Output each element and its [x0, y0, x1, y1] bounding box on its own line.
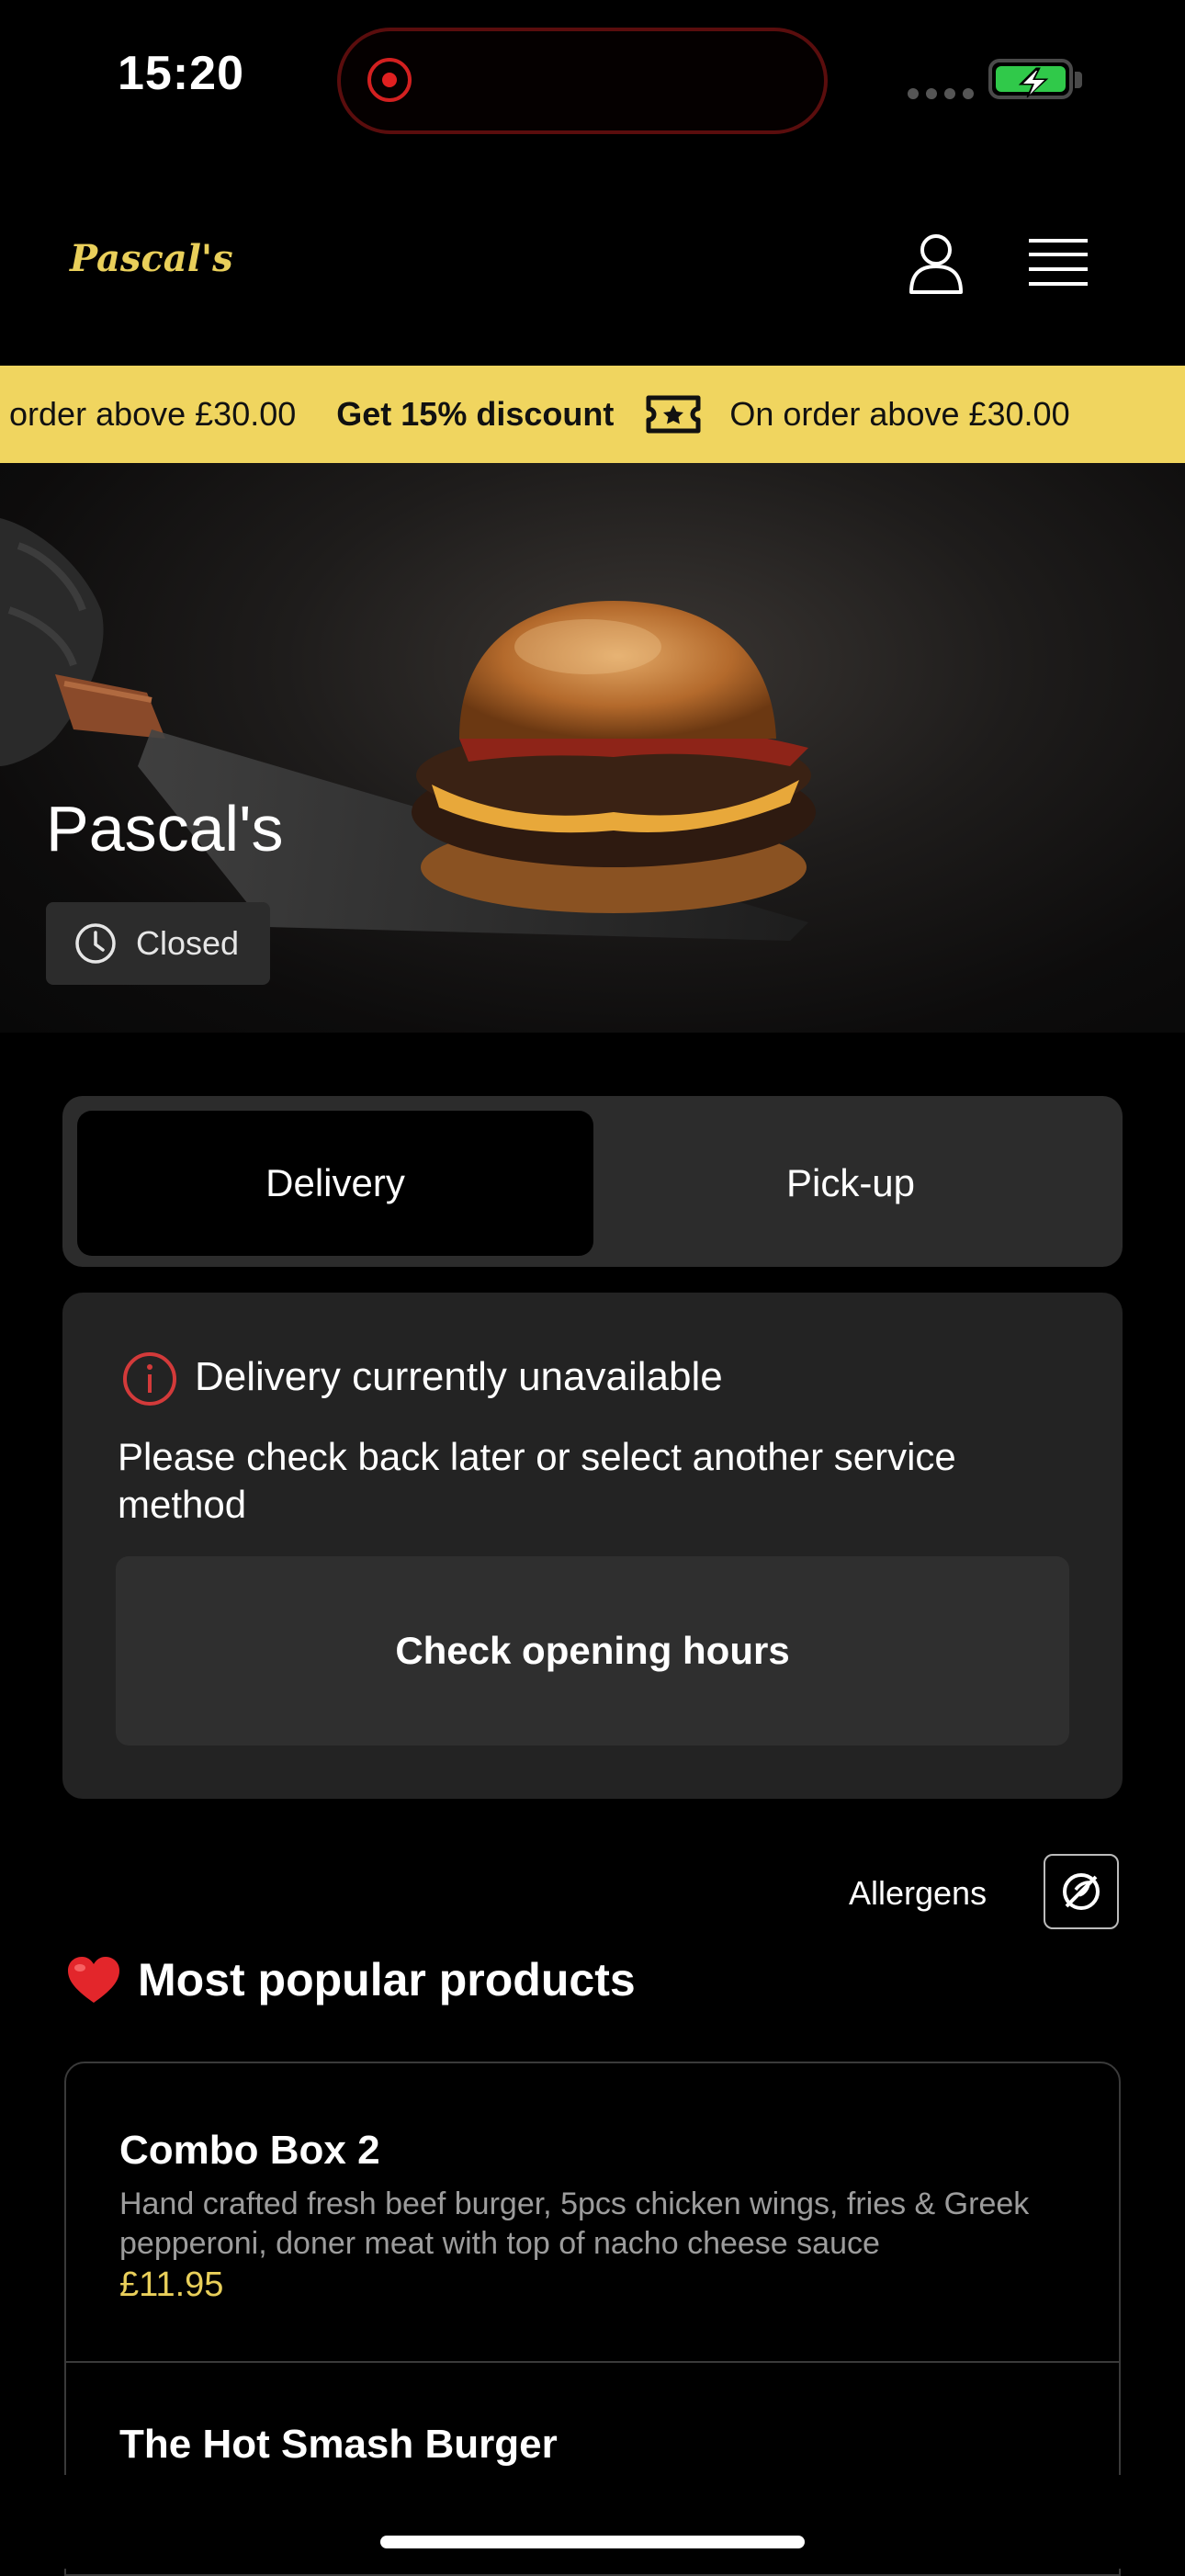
- section-title: Most popular products: [138, 1954, 636, 2005]
- product-description: Hand crafted fresh beef burger, 5pcs chi…: [119, 2186, 1030, 2261]
- product-name: Combo Box 2: [119, 2128, 380, 2173]
- unavailable-message: Please check back later or select anothe…: [118, 1435, 956, 1526]
- status-badge: Closed: [46, 902, 270, 985]
- battery-icon: [988, 59, 1073, 99]
- product-name: The Hot Smash Burger: [119, 2422, 558, 2467]
- brand-logo[interactable]: Pascal's: [70, 237, 233, 280]
- heart-icon: [68, 1957, 119, 2003]
- divider: [66, 2361, 1119, 2363]
- tab-delivery[interactable]: Delivery: [77, 1111, 593, 1256]
- clock-icon: [75, 923, 116, 964]
- charging-bolt-icon: [1018, 67, 1049, 98]
- battery-nub: [1075, 72, 1082, 88]
- tab-pickup[interactable]: Pick-up: [593, 1111, 1108, 1256]
- product-card[interactable]: Combo Box 2 Hand crafted fresh beef burg…: [66, 2128, 1119, 2305]
- promo-banner: On order above £30.00 Get 15% discount O…: [0, 366, 1185, 463]
- allergens-label[interactable]: Allergens: [849, 1874, 987, 1913]
- home-indicator[interactable]: [380, 2536, 805, 2548]
- recording-dot: [382, 73, 397, 87]
- status-label: Closed: [136, 924, 240, 962]
- user-icon[interactable]: [908, 232, 965, 294]
- promo-discount-text: Get 15% discount: [336, 395, 615, 433]
- ticket-star-icon: [646, 395, 701, 434]
- product-card[interactable]: The Hot Smash Burger: [66, 2422, 1119, 2479]
- bottom-bar: [0, 2475, 1185, 2569]
- hamburger-menu-icon[interactable]: [1029, 237, 1088, 288]
- promo-text: On order above £30.00: [729, 395, 1070, 433]
- no-allergens-icon: [1063, 1873, 1100, 1910]
- promo-text: On order above £30.00: [0, 395, 297, 433]
- allergens-button[interactable]: [1044, 1854, 1119, 1929]
- product-price: £11.95: [119, 2265, 224, 2304]
- info-icon: [123, 1352, 176, 1406]
- unavailable-title: Delivery currently unavailable: [195, 1354, 723, 1399]
- check-opening-hours-button[interactable]: Check opening hours: [116, 1556, 1069, 1746]
- status-time: 15:20: [118, 47, 244, 100]
- signal-icon: [908, 88, 974, 99]
- restaurant-name: Pascal's: [46, 793, 284, 864]
